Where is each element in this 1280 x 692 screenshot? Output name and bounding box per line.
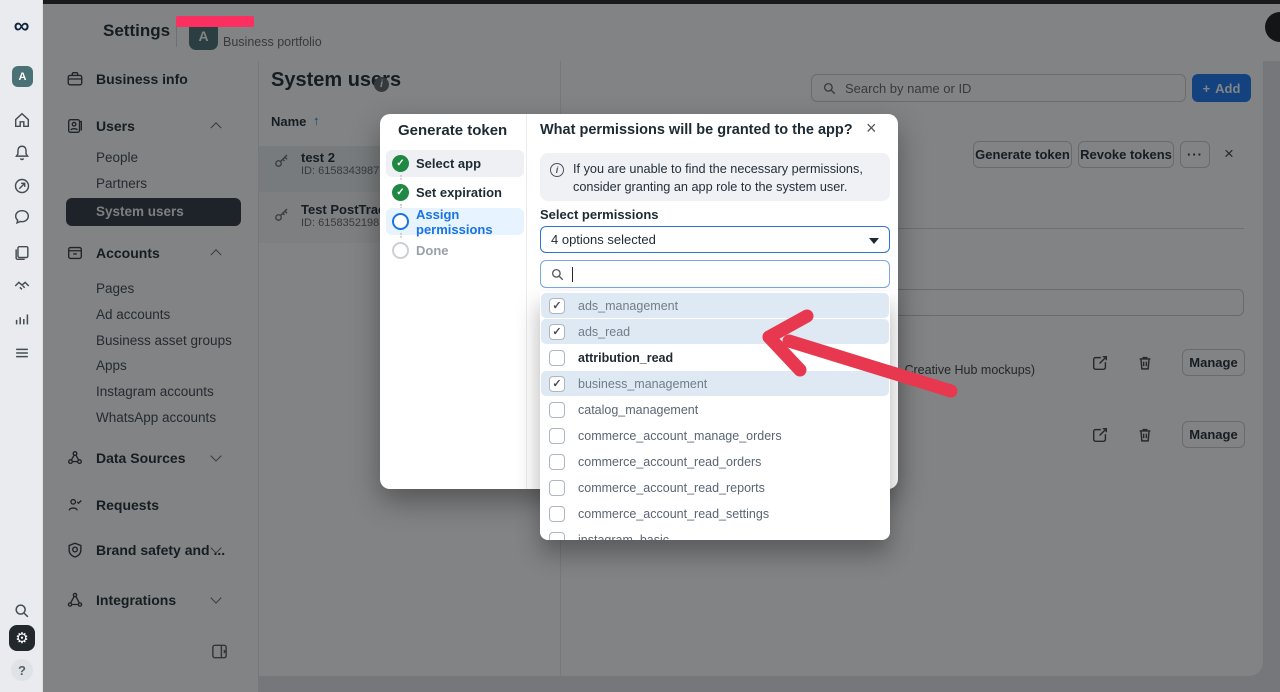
search-icon: [550, 267, 565, 282]
permission-option[interactable]: commerce_account_read_reports: [541, 475, 889, 500]
checkbox-icon[interactable]: [549, 350, 565, 366]
dropdown-caret-icon: [869, 238, 879, 244]
step-assign-permissions[interactable]: Assign permissions: [386, 208, 524, 235]
checkbox-icon[interactable]: [549, 324, 565, 340]
permission-label: commerce_account_read_orders: [578, 455, 761, 469]
permission-label: catalog_management: [578, 403, 698, 417]
step-done[interactable]: Done: [386, 237, 524, 264]
permission-option[interactable]: commerce_account_manage_orders: [541, 423, 889, 448]
permissions-panel-title: What permissions will be granted to the …: [540, 122, 870, 138]
info-banner-text: If you are unable to find the necessary …: [573, 161, 880, 193]
permission-label: commerce_account_manage_orders: [578, 429, 782, 443]
content-icon[interactable]: [12, 243, 31, 262]
left-rail: ∞ A ⚙ ?: [0, 0, 43, 692]
permissions-search-input[interactable]: [540, 260, 890, 288]
todo-step-circle-icon: [392, 242, 409, 259]
select-permissions-label: Select permissions: [540, 207, 659, 222]
partners-icon[interactable]: [12, 276, 31, 295]
dialog-stepper: Generate token ✓ Select app ✓ Set expira…: [380, 114, 527, 489]
checkbox-icon[interactable]: [549, 532, 565, 541]
permission-label: commerce_account_read_reports: [578, 481, 765, 495]
permissions-dropdown[interactable]: 4 options selected: [540, 226, 890, 253]
meta-logo-icon[interactable]: ∞: [8, 14, 35, 38]
permission-label: attribution_read: [578, 351, 673, 365]
permission-option[interactable]: ads_read: [541, 319, 889, 344]
checkbox-icon[interactable]: [549, 428, 565, 444]
active-step-circle-icon: [392, 213, 409, 230]
permission-option[interactable]: commerce_account_read_settings: [541, 501, 889, 526]
redaction-bar: [176, 16, 254, 27]
permission-option[interactable]: ads_management: [541, 293, 889, 318]
checkbox-icon[interactable]: [549, 298, 565, 314]
permission-option[interactable]: instagram_basic: [541, 527, 889, 540]
app-window: Settings A Business portfolio f ∞ A: [0, 0, 1280, 692]
settings-gear-icon[interactable]: ⚙: [9, 625, 35, 651]
notifications-icon[interactable]: [12, 143, 31, 162]
permission-label: commerce_account_read_settings: [578, 507, 769, 521]
rail-business-avatar[interactable]: A: [12, 66, 33, 87]
checkbox-icon[interactable]: [549, 376, 565, 392]
check-circle-icon: ✓: [392, 184, 409, 201]
ads-icon[interactable]: [12, 176, 31, 195]
checkbox-icon[interactable]: [549, 454, 565, 470]
permission-label: instagram_basic: [578, 533, 669, 541]
checkbox-icon[interactable]: [549, 506, 565, 522]
dropdown-selected-summary: 4 options selected: [551, 232, 656, 247]
permission-option[interactable]: business_management: [541, 371, 889, 396]
insights-icon[interactable]: [12, 309, 31, 328]
inbox-icon[interactable]: [12, 207, 31, 226]
permission-option[interactable]: commerce_account_read_orders: [541, 449, 889, 474]
close-dialog-icon[interactable]: ×: [866, 118, 877, 139]
text-cursor: [572, 267, 573, 282]
home-icon[interactable]: [12, 110, 31, 129]
check-circle-icon: ✓: [392, 155, 409, 172]
permission-label: ads_management: [578, 299, 678, 313]
step-select-app[interactable]: ✓ Select app: [386, 150, 524, 177]
checkbox-icon[interactable]: [549, 402, 565, 418]
info-banner: i If you are unable to find the necessar…: [540, 153, 890, 201]
all-tools-icon[interactable]: [12, 343, 31, 362]
search-icon[interactable]: [12, 601, 31, 620]
step-set-expiration[interactable]: ✓ Set expiration: [386, 179, 524, 206]
permission-option[interactable]: catalog_management: [541, 397, 889, 422]
checkbox-icon[interactable]: [549, 480, 565, 496]
info-circle-icon: i: [550, 163, 564, 177]
dialog-title: Generate token: [398, 122, 507, 139]
permission-option[interactable]: attribution_read: [541, 345, 889, 370]
permissions-listbox[interactable]: ads_management ads_read attribution_read…: [540, 291, 890, 540]
help-icon[interactable]: ?: [11, 659, 33, 681]
permission-label: ads_read: [578, 325, 630, 339]
permission-label: business_management: [578, 377, 707, 391]
